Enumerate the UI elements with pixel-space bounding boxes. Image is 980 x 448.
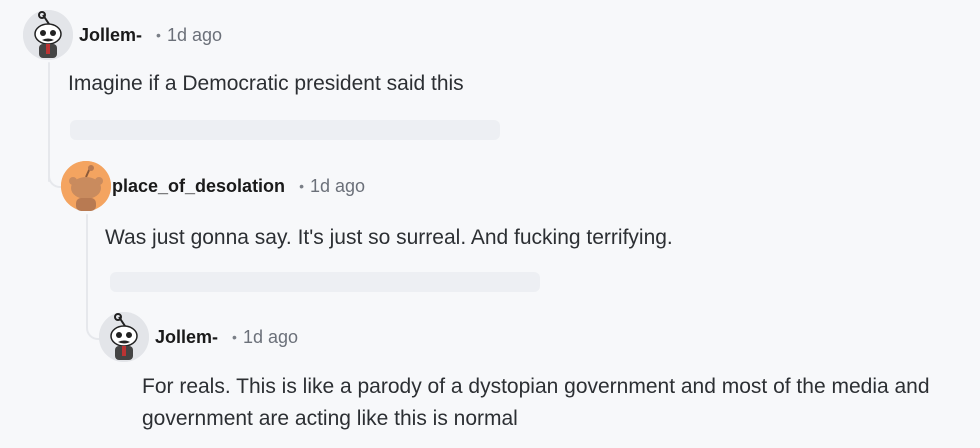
comment-header: place_of_desolation • 1d ago (61, 161, 673, 211)
comment-body: Was just gonna say. It's just so surreal… (105, 226, 673, 249)
comment-header: Jollem- • 1d ago (99, 312, 972, 362)
separator-dot: • (232, 329, 237, 345)
avatar[interactable] (99, 312, 149, 362)
comment: place_of_desolation • 1d ago Was just go… (61, 161, 673, 254)
snoo-avatar-icon (61, 161, 111, 211)
separator-dot: • (299, 178, 304, 194)
timestamp[interactable]: 1d ago (243, 327, 298, 348)
username[interactable]: Jollem- (79, 25, 142, 46)
username[interactable]: Jollem- (155, 327, 218, 348)
comment-body: For reals. This is like a parody of a dy… (142, 375, 930, 430)
comment: Jollem- • 1d ago For reals. This is like… (99, 312, 972, 435)
action-bar (110, 272, 540, 292)
timestamp[interactable]: 1d ago (310, 176, 365, 197)
timestamp[interactable]: 1d ago (167, 25, 222, 46)
avatar[interactable] (23, 10, 73, 60)
separator-dot: • (156, 27, 161, 43)
snoo-avatar-icon (99, 312, 149, 362)
action-bar (70, 120, 500, 140)
snoo-avatar-icon (23, 10, 73, 60)
comment: Jollem- • 1d ago Imagine if a Democratic… (23, 10, 464, 100)
comment-header: Jollem- • 1d ago (23, 10, 464, 60)
username[interactable]: place_of_desolation (112, 176, 285, 197)
avatar[interactable] (61, 161, 111, 211)
comment-body: Imagine if a Democratic president said t… (68, 72, 464, 95)
